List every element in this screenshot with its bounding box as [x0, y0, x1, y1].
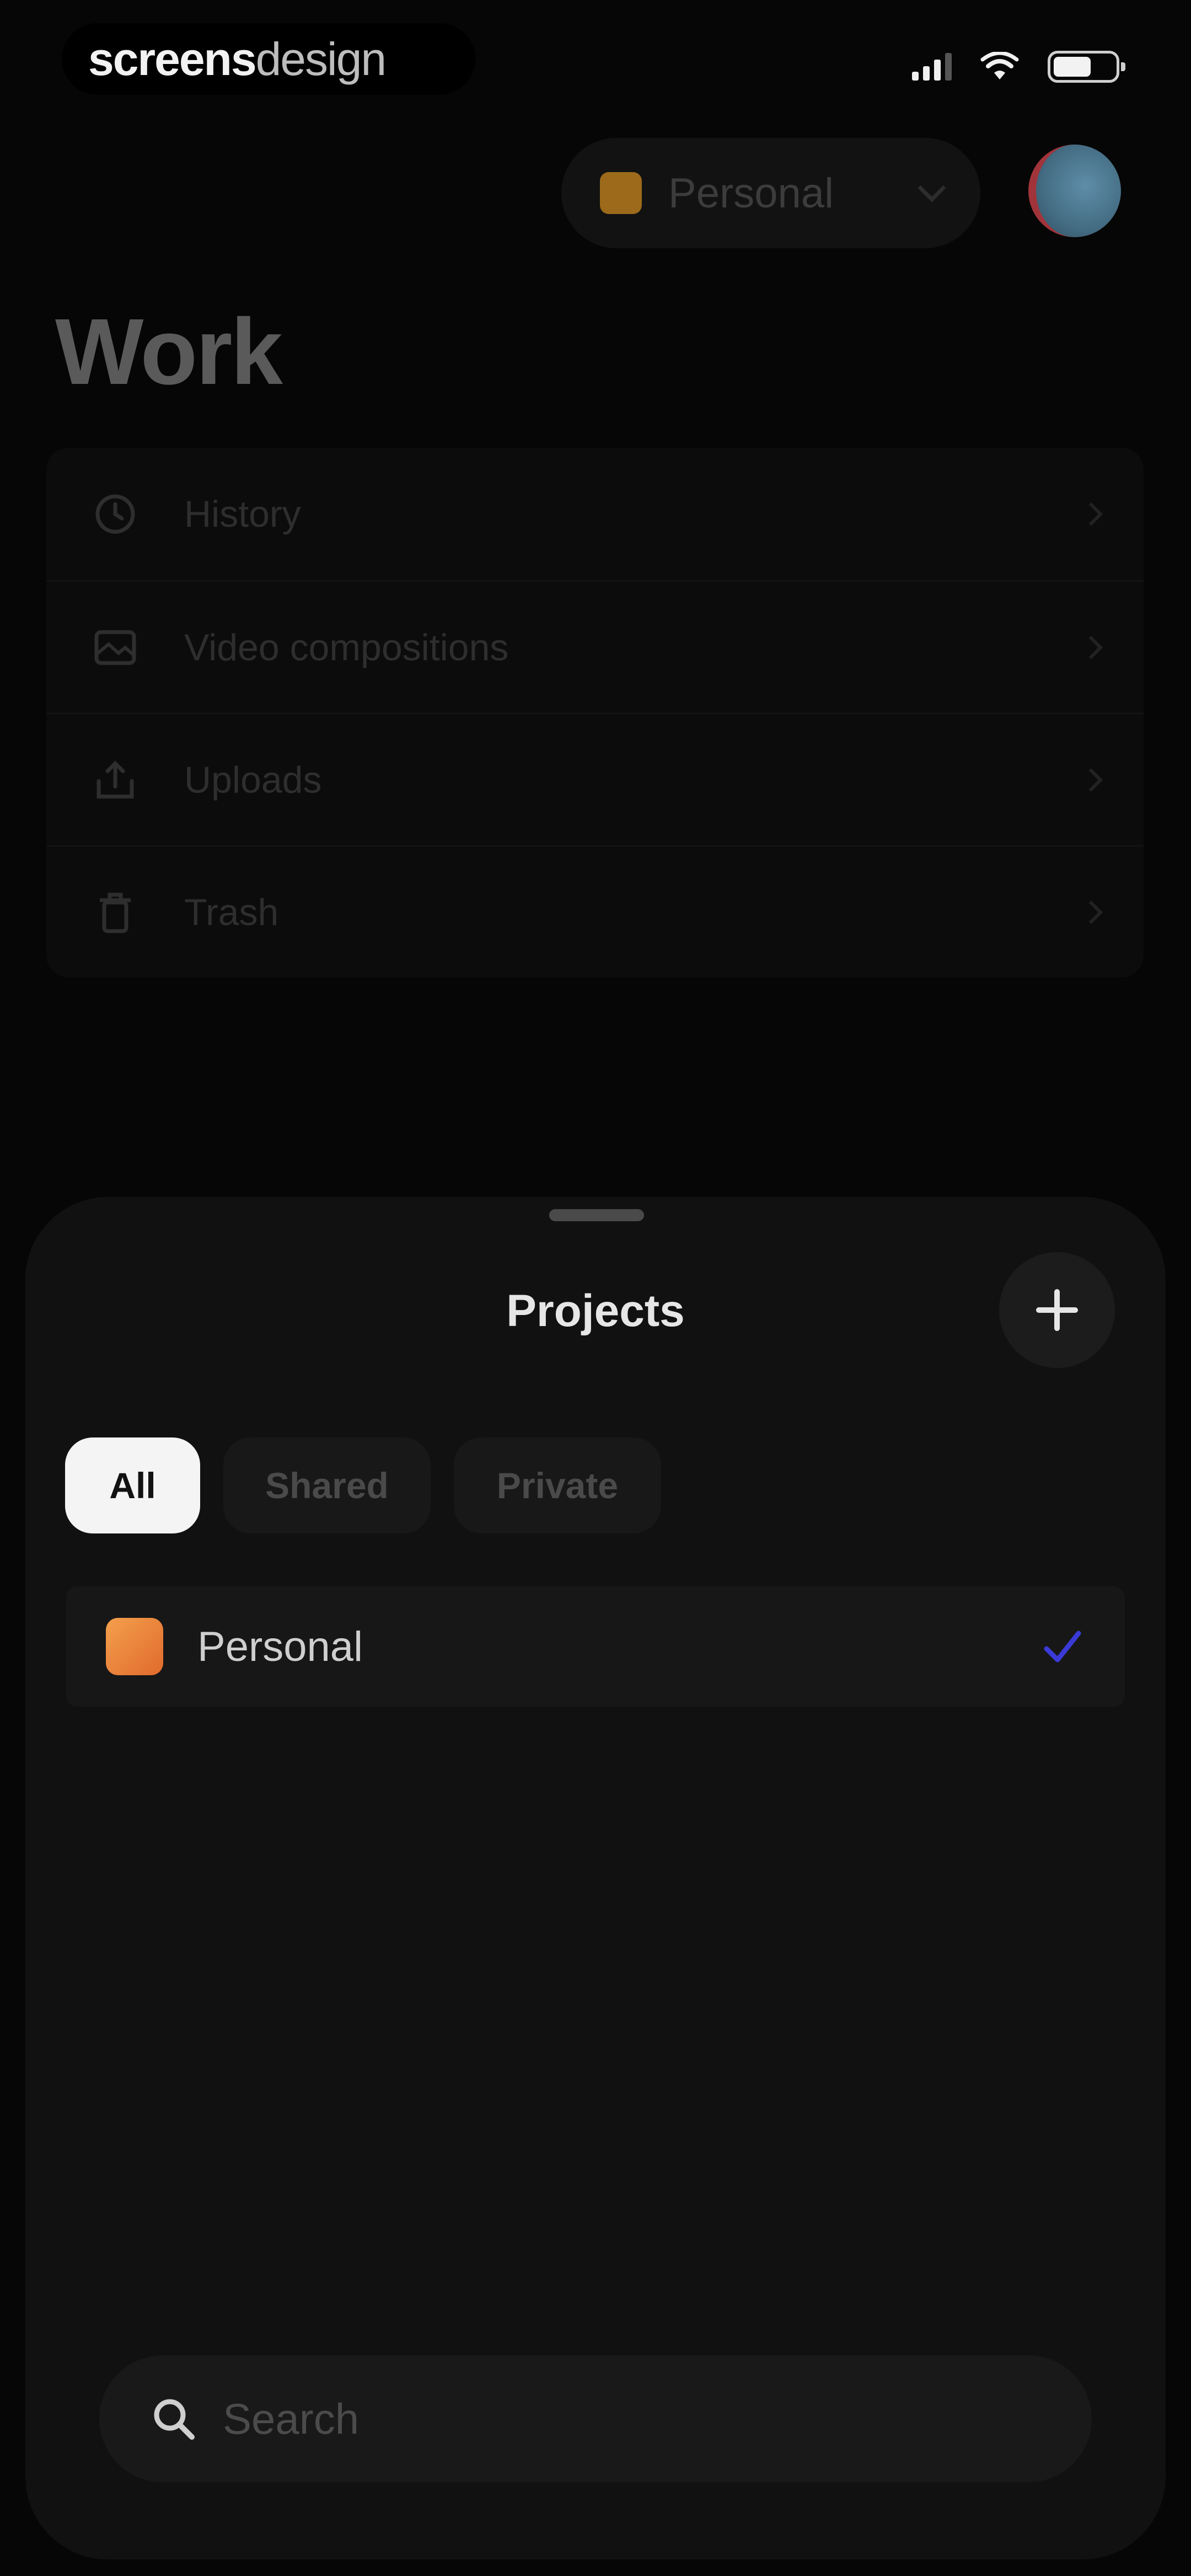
menu-item-label: Trash	[184, 891, 279, 933]
workspace-label: Personal	[668, 169, 834, 217]
project-color-swatch	[106, 1618, 163, 1675]
sheet-grabber[interactable]	[549, 1209, 644, 1221]
menu-item-label: Video compositions	[184, 626, 509, 669]
filter-private-chip[interactable]: Private	[454, 1437, 661, 1533]
menu-item-uploads[interactable]: Uploads	[46, 713, 1144, 845]
chevron-right-icon	[1079, 502, 1103, 526]
menu-item-label: History	[184, 493, 301, 535]
page-title: Work	[55, 300, 283, 404]
menu-item-video-compositions[interactable]: Video compositions	[46, 580, 1144, 713]
brand-bold: screens	[88, 33, 257, 85]
chevron-right-icon	[1079, 900, 1103, 924]
plus-icon	[1036, 1289, 1078, 1331]
add-project-button[interactable]	[999, 1252, 1115, 1368]
menu-item-history[interactable]: History	[46, 448, 1144, 580]
chevron-right-icon	[1079, 768, 1103, 792]
project-label: Personal	[197, 1623, 363, 1670]
filter-shared-chip[interactable]: Shared	[223, 1437, 431, 1533]
brand-watermark: screens design	[62, 23, 475, 95]
screen: screens design Personal Work History Vid…	[0, 0, 1191, 2576]
avatar[interactable]	[1028, 145, 1121, 237]
status-bar: screens design	[0, 0, 1191, 127]
workspace-switcher[interactable]: Personal	[561, 138, 980, 248]
project-filter-tabs: All Shared Private	[65, 1437, 661, 1533]
status-icons	[912, 51, 1125, 83]
sheet-title: Projects	[506, 1286, 685, 1336]
workspace-color-swatch	[600, 172, 642, 214]
checkmark-icon	[1044, 1631, 1081, 1663]
cellular-signal-icon	[912, 53, 952, 81]
history-icon	[90, 489, 140, 539]
search-field[interactable]	[99, 2355, 1092, 2482]
video-composition-icon	[90, 623, 140, 672]
wifi-icon	[980, 52, 1019, 79]
chevron-right-icon	[1079, 635, 1103, 659]
filter-all-chip[interactable]: All	[65, 1437, 200, 1533]
trash-icon	[90, 888, 140, 937]
chevron-down-icon	[918, 174, 946, 202]
search-icon	[154, 2399, 195, 2440]
menu-item-label: Uploads	[184, 758, 322, 801]
brand-light: design	[255, 33, 387, 85]
project-item-personal[interactable]: Personal	[66, 1586, 1125, 1707]
projects-sheet: Projects All Shared Private Personal	[25, 1197, 1166, 2559]
work-menu: History Video compositions Uploads Trash	[46, 448, 1144, 977]
menu-item-trash[interactable]: Trash	[46, 845, 1144, 977]
upload-icon	[90, 755, 140, 805]
battery-icon	[1048, 51, 1125, 83]
search-input[interactable]	[223, 2393, 995, 2444]
